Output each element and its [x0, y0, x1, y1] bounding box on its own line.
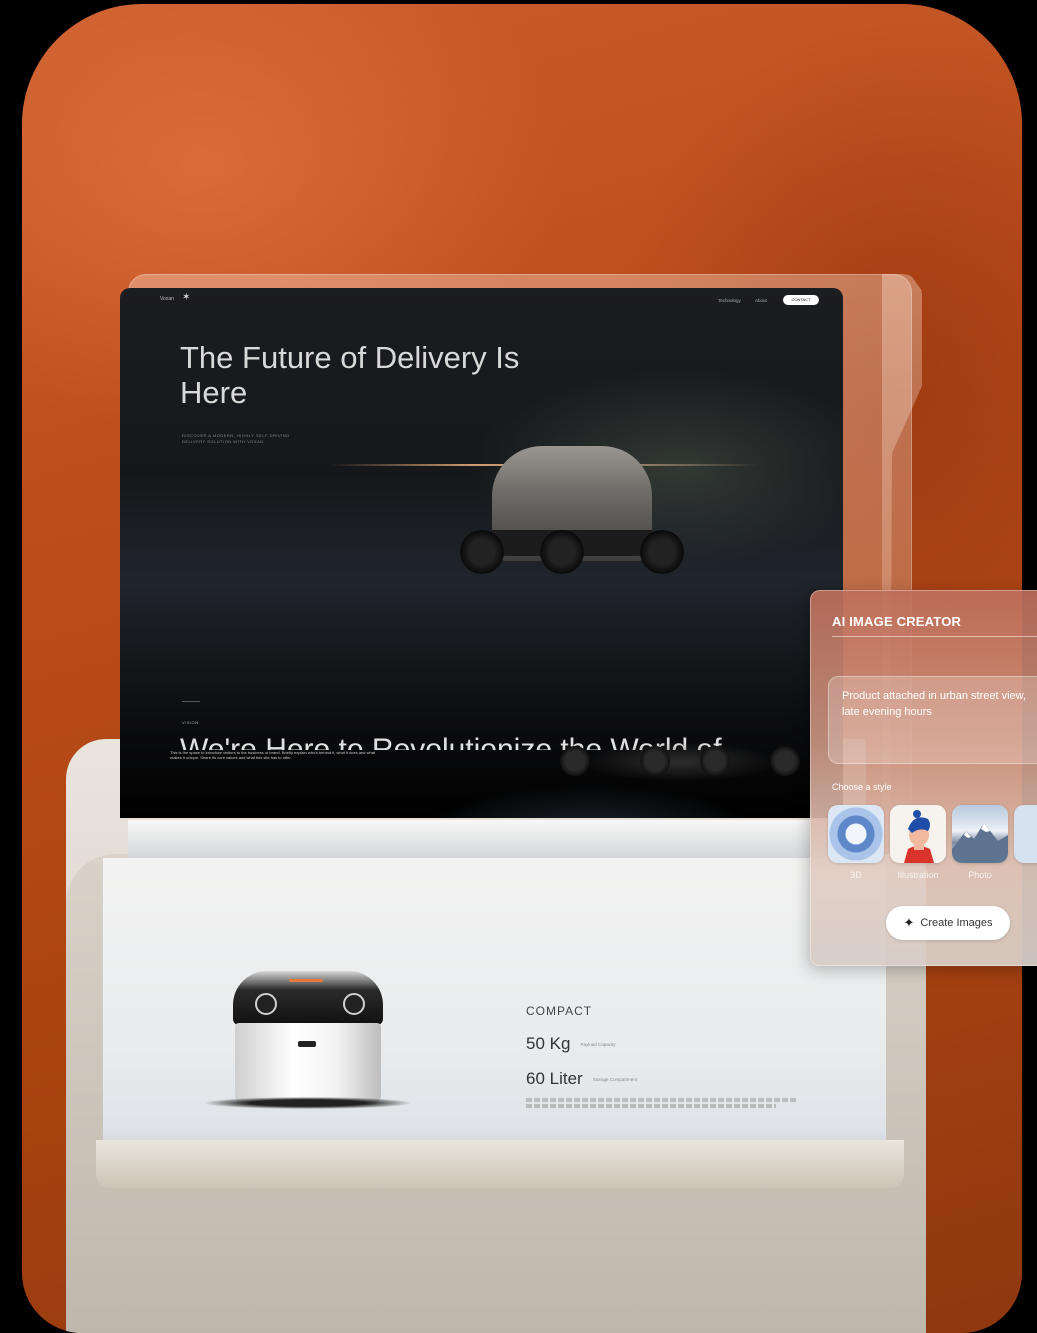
robot-wheel: [770, 746, 800, 776]
style-label: Choose a style: [832, 782, 892, 792]
product-robot-image: [205, 965, 415, 1115]
create-images-label: Create Images: [920, 917, 993, 929]
illustration-icon: [890, 805, 946, 863]
robot-wheel: [640, 746, 670, 776]
panel-title: AI IMAGE CREATOR: [832, 614, 962, 629]
nav-link-technology[interactable]: Technology: [718, 298, 741, 303]
style-label-3d: 3D: [850, 870, 862, 880]
robot-wheel: [460, 530, 504, 574]
robot-led: [289, 979, 323, 982]
robot-wheel: [640, 530, 684, 574]
style-option-photo[interactable]: [952, 805, 1008, 863]
sparkle-icon: ✦: [903, 915, 915, 930]
spec-title: COMPACT: [526, 1004, 593, 1018]
prompt-input[interactable]: Product attached in urban street view, l…: [828, 676, 1037, 764]
spec-payload-value: 50 Kg: [526, 1034, 571, 1053]
website-preview: Voxan ✶ Technology About CONTACT The Fut…: [120, 288, 843, 818]
delivery-robot-image: [460, 438, 684, 598]
ai-image-creator-panel: AI IMAGE CREATOR Product attached in urb…: [810, 590, 1037, 966]
base-plate: [96, 1140, 904, 1188]
spec-storage-label: Storage Compartment: [592, 1077, 637, 1083]
style-label-photo: Photo: [968, 870, 992, 880]
robot-fleet-image: [550, 728, 810, 788]
vision-label: VISION: [182, 720, 199, 725]
robot-base: [205, 1097, 410, 1109]
site-logo-text[interactable]: Voxan: [160, 296, 174, 302]
site-nav: Voxan ✶ Technology About CONTACT: [120, 288, 843, 314]
hero-title: The Future of Delivery Is Here: [180, 340, 520, 410]
robot-eye: [255, 993, 277, 1015]
spec-storage-value: 60 Liter: [526, 1069, 583, 1088]
section-divider: [182, 701, 200, 702]
hero-subtitle: DISCOVER A MODERN, HIGHLY SELF DRIVING D…: [182, 433, 290, 444]
style-label-illustration: Illustration: [897, 870, 939, 880]
style-option-illustration[interactable]: [890, 805, 946, 863]
spec-storage: 60 Liter Storage Compartment: [526, 1069, 637, 1089]
robot-slot: [298, 1041, 316, 1047]
nav-link-about[interactable]: About: [755, 298, 767, 303]
spec-payload: 50 Kg Payload Capacity: [526, 1034, 615, 1054]
robot-body: [235, 1023, 381, 1105]
logo-star-icon: ✶: [182, 292, 191, 303]
prompt-text[interactable]: Product attached in urban street view, l…: [842, 688, 1032, 720]
contact-button[interactable]: CONTACT: [783, 295, 819, 305]
spec-fine-print: [526, 1104, 776, 1108]
spec-payload-label: Payload Capacity: [580, 1042, 616, 1048]
spec-fine-print: [526, 1098, 796, 1102]
create-images-button[interactable]: ✦ Create Images: [886, 906, 1010, 940]
vision-body: This is the space to introduce visitors …: [170, 750, 376, 760]
robot-wheel: [540, 530, 584, 574]
mountain-icon: [952, 823, 1008, 863]
robot-wheel: [560, 746, 590, 776]
style-option-more[interactable]: [1014, 805, 1037, 863]
panel-divider: [832, 636, 1037, 637]
robot-wheel: [700, 746, 730, 776]
robot-eye: [343, 993, 365, 1015]
style-option-3d[interactable]: [828, 805, 884, 863]
